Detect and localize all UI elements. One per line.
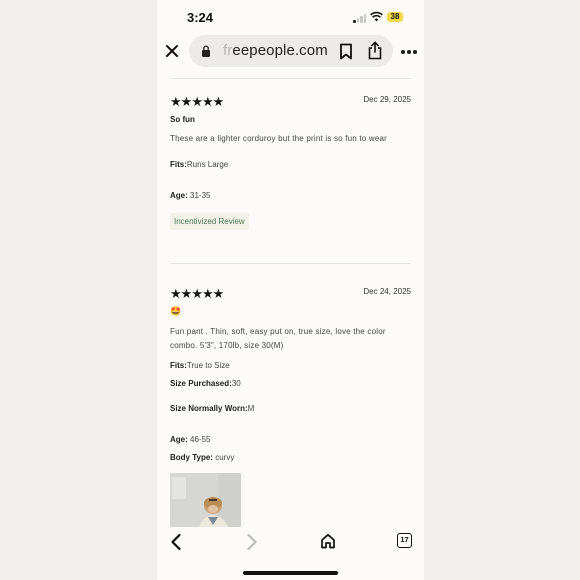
size-worn-label: Size Normally Worn:: [170, 404, 248, 413]
review-date: Dec 24, 2025: [363, 287, 411, 296]
star-icon: ★: [212, 286, 225, 301]
review-fits: Fits:Runs Large: [170, 160, 228, 169]
reviews-list: ★★★★★ Dec 29, 2025 So fun These are a li…: [157, 78, 424, 527]
star-icon: ★: [201, 286, 214, 301]
domain-main: eepeople.com: [232, 42, 328, 59]
review-size-worn: Size Normally Worn:M: [170, 404, 254, 413]
bookmark-icon[interactable]: [339, 43, 353, 60]
review-text: These are a lighter corduroy but the pri…: [170, 134, 387, 143]
star-icon: ★: [180, 94, 193, 109]
divider: [170, 263, 411, 264]
age-value: 31-35: [190, 191, 211, 200]
body-type-label: Body Type:: [170, 453, 213, 462]
home-icon[interactable]: [320, 533, 336, 549]
battery-icon: 38: [387, 12, 403, 22]
review-size-purchased: Size Purchased:30: [170, 379, 241, 388]
review-age: Age: 46-55: [170, 435, 210, 444]
age-label: Age:: [170, 191, 188, 200]
review-date: Dec 29, 2025: [363, 95, 411, 104]
star-icon: ★: [201, 94, 214, 109]
age-label: Age:: [170, 435, 188, 444]
body-type-value: curvy: [215, 453, 235, 462]
incentivized-badge: Incentivized Review: [170, 213, 249, 230]
fits-value: True to Size: [186, 361, 230, 370]
share-icon[interactable]: [367, 41, 383, 60]
signal-icon: [353, 13, 367, 23]
star-icon: ★: [170, 94, 182, 109]
review-body-type: Body Type: curvy: [170, 453, 234, 462]
close-icon[interactable]: [164, 43, 180, 59]
size-worn-value: M: [247, 404, 255, 413]
review-fits: Fits:True to Size: [170, 361, 230, 370]
star-icon: ★: [170, 286, 182, 301]
address-field[interactable]: freepeople.com: [189, 35, 393, 67]
fits-label: Fits:: [170, 361, 187, 370]
domain-text: freepeople.com: [223, 42, 328, 59]
tabs-icon[interactable]: 17: [397, 533, 412, 548]
review-title: So fun: [170, 115, 195, 124]
url-bar: freepeople.com: [157, 34, 424, 72]
domain-faded: fr: [223, 42, 233, 59]
star-icon: ★: [180, 286, 193, 301]
review-title: 🤩: [170, 306, 182, 316]
star-rating: ★★★★★: [170, 285, 230, 301]
size-purchased-value: 30: [231, 379, 241, 388]
fits-label: Fits:: [170, 160, 187, 169]
lock-icon: [202, 45, 210, 57]
review-photo[interactable]: [170, 473, 241, 527]
status-time: 3:24: [187, 10, 214, 25]
more-icon[interactable]: [401, 50, 417, 54]
browser-toolbar: 17: [157, 527, 424, 580]
fits-value: Runs Large: [186, 160, 229, 169]
review-text: Fun pant . Thin, soft, easy put on, true…: [170, 327, 386, 350]
phone-screen: 3:24 38 freepeople.com ★★★★★ Dec 29, 202…: [157, 0, 424, 580]
forward-icon[interactable]: [245, 533, 259, 551]
review-photo-image: [170, 473, 241, 527]
star-icon: ★: [191, 94, 203, 109]
home-indicator[interactable]: [243, 571, 338, 575]
status-bar: 3:24 38: [157, 0, 424, 34]
star-icon: ★: [191, 286, 203, 301]
review-age: Age: 31-35: [170, 191, 210, 200]
wifi-icon: [370, 11, 383, 22]
age-value: 46-55: [190, 435, 211, 444]
star-rating: ★★★★★: [170, 93, 230, 109]
back-icon[interactable]: [169, 533, 183, 551]
star-icon: ★: [212, 94, 225, 109]
size-purchased-label: Size Purchased:: [170, 379, 232, 388]
